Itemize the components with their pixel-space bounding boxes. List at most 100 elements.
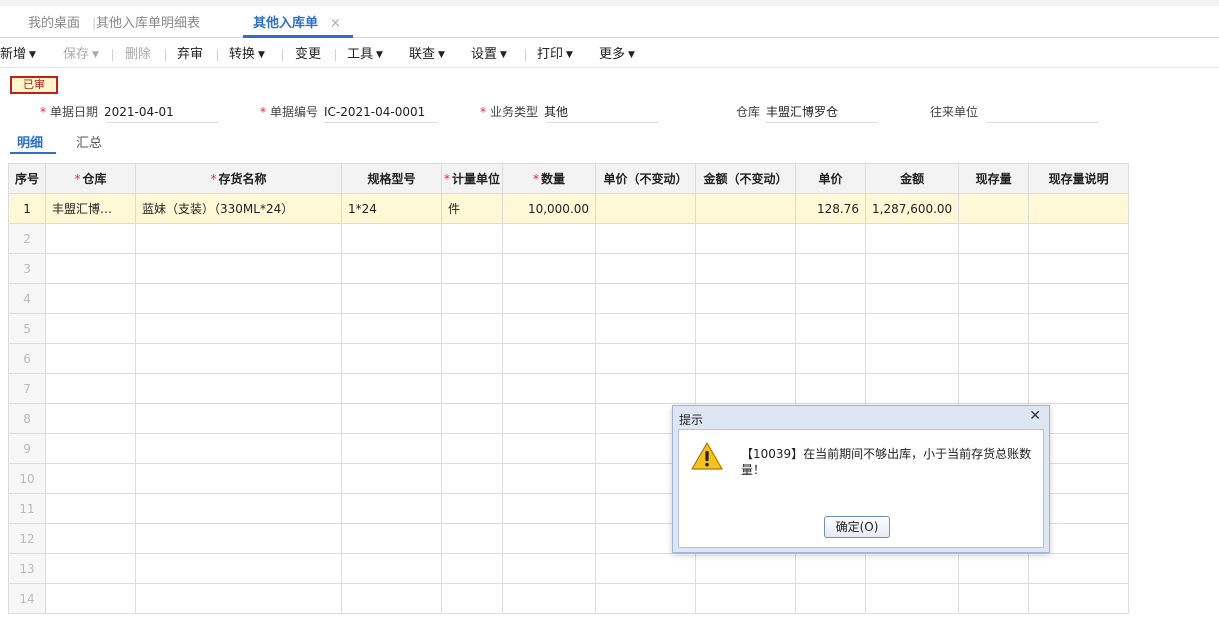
grid-cell[interactable] [1028, 253, 1130, 284]
close-icon[interactable]: ✕ [1029, 408, 1041, 424]
grid-cell[interactable] [795, 223, 867, 254]
grid-cell[interactable] [502, 373, 597, 404]
grid-cell[interactable] [1028, 313, 1130, 344]
cell-fixed-amount[interactable] [695, 193, 797, 224]
grid-cell[interactable] [45, 553, 137, 584]
biz-type-field[interactable]: * 业务类型 其他 [480, 102, 568, 122]
col-header-seq[interactable]: 序号 [7, 163, 47, 194]
grid-cell[interactable] [865, 283, 960, 314]
grid-cell[interactable] [695, 283, 797, 314]
grid-cell[interactable] [865, 373, 960, 404]
grid-cell[interactable] [441, 283, 504, 314]
grid-cell[interactable] [441, 493, 504, 524]
grid-cell[interactable] [45, 343, 137, 374]
convert-button[interactable]: 转换 ▼ [229, 46, 265, 64]
grid-cell[interactable] [695, 583, 797, 614]
doc-date-field[interactable]: * 单据日期 2021-04-01 [40, 102, 174, 122]
grid-cell[interactable] [441, 553, 504, 584]
grid-cell[interactable] [865, 553, 960, 584]
grid-cell[interactable] [865, 583, 960, 614]
cell-item-name[interactable]: 蓝妹（支装）（330ML*24） [135, 193, 343, 224]
warehouse-field[interactable]: 仓库 丰盟汇博罗仓 [736, 102, 838, 122]
grid-cell[interactable] [958, 583, 1030, 614]
grid-cell[interactable] [45, 463, 137, 494]
grid-cell[interactable] [695, 313, 797, 344]
grid-cell[interactable] [135, 343, 343, 374]
grid-cell[interactable] [502, 343, 597, 374]
more-button[interactable]: 更多 ▼ [599, 46, 635, 64]
col-header-spec[interactable]: 规格型号 [341, 163, 443, 194]
print-button[interactable]: 打印 ▼ [537, 46, 573, 64]
grid-cell[interactable] [1028, 223, 1130, 254]
settings-button[interactable]: 设置 ▼ [471, 46, 507, 64]
tab-other-inbound-detail[interactable]: 其他入库单明细表 [96, 14, 200, 34]
col-header-price[interactable]: 单价 [795, 163, 867, 194]
grid-cell[interactable] [135, 223, 343, 254]
cell-unit[interactable]: 件 [441, 193, 504, 224]
cell-price[interactable]: 128.76 [795, 193, 867, 224]
grid-cell[interactable] [695, 373, 797, 404]
grid-cell[interactable] [502, 283, 597, 314]
grid-cell[interactable] [341, 523, 443, 554]
grid-cell[interactable] [441, 403, 504, 434]
grid-cell[interactable] [795, 373, 867, 404]
grid-cell[interactable] [502, 223, 597, 254]
col-header-stock-note[interactable]: 现存量说明 [1028, 163, 1130, 194]
grid-cell[interactable] [45, 403, 137, 434]
grid-cell[interactable] [958, 313, 1030, 344]
grid-cell[interactable] [595, 583, 697, 614]
grid-cell[interactable] [958, 373, 1030, 404]
grid-cell[interactable] [502, 523, 597, 554]
grid-cell[interactable] [135, 283, 343, 314]
cell-amount[interactable]: 1,287,600.00 [865, 193, 960, 224]
grid-cell[interactable] [135, 463, 343, 494]
table-row[interactable]: 13 [7, 553, 1130, 584]
table-row[interactable]: 1 丰盟汇博… 蓝妹（支装）（330ML*24） 1*24 件 10,000.0… [7, 193, 1130, 224]
doc-number-field[interactable]: * 单据编号 IC-2021-04-0001 [260, 102, 425, 122]
col-header-fixed-price[interactable]: 单价（不变动） [595, 163, 697, 194]
grid-cell[interactable] [45, 373, 137, 404]
col-header-item-name[interactable]: * 存货名称 [135, 163, 343, 194]
table-row[interactable]: 4 [7, 283, 1130, 314]
grid-cell[interactable] [45, 433, 137, 464]
cell-warehouse[interactable]: 丰盟汇博… [45, 193, 137, 224]
grid-cell[interactable] [135, 253, 343, 284]
grid-cell[interactable] [795, 343, 867, 374]
grid-cell[interactable] [441, 343, 504, 374]
table-row[interactable]: 2 [7, 223, 1130, 254]
table-row[interactable]: 5 [7, 313, 1130, 344]
grid-cell[interactable] [341, 223, 443, 254]
tab-desktop[interactable]: 我的桌面 [28, 14, 96, 34]
grid-cell[interactable] [695, 343, 797, 374]
grid-cell[interactable] [795, 253, 867, 284]
grid-cell[interactable] [441, 253, 504, 284]
grid-cell[interactable] [695, 223, 797, 254]
grid-cell[interactable] [341, 313, 443, 344]
col-header-fixed-amount[interactable]: 金额（不变动） [695, 163, 797, 194]
grid-cell[interactable] [958, 253, 1030, 284]
abandon-review-button[interactable]: 弃审 [177, 46, 203, 64]
grid-cell[interactable] [502, 583, 597, 614]
grid-cell[interactable] [441, 223, 504, 254]
grid-cell[interactable] [135, 313, 343, 344]
table-row[interactable]: 14 [7, 583, 1130, 614]
col-header-warehouse[interactable]: * 仓库 [45, 163, 137, 194]
tab-other-inbound-order[interactable]: 其他入库单 × [253, 14, 341, 34]
grid-cell[interactable] [45, 313, 137, 344]
grid-cell[interactable] [1028, 583, 1130, 614]
tools-button[interactable]: 工具 ▼ [347, 46, 383, 64]
grid-cell[interactable] [502, 553, 597, 584]
grid-cell[interactable] [135, 583, 343, 614]
cell-qty[interactable]: 10,000.00 [502, 193, 597, 224]
grid-cell[interactable] [695, 553, 797, 584]
grid-cell[interactable] [341, 433, 443, 464]
grid-cell[interactable] [502, 493, 597, 524]
grid-cell[interactable] [958, 223, 1030, 254]
grid-cell[interactable] [958, 283, 1030, 314]
grid-cell[interactable] [341, 343, 443, 374]
grid-cell[interactable] [958, 343, 1030, 374]
cell-fixed-price[interactable] [595, 193, 697, 224]
grid-cell[interactable] [135, 493, 343, 524]
linked-query-button[interactable]: 联查 ▼ [409, 46, 445, 64]
grid-cell[interactable] [502, 253, 597, 284]
